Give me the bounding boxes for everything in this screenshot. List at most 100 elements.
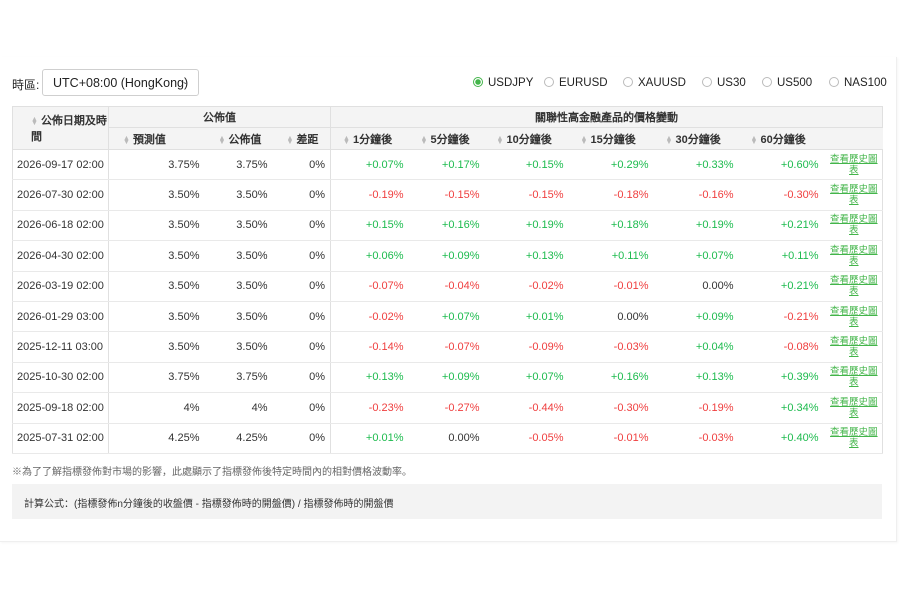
cell-date: 2026-04-30 02:00 — [12, 240, 109, 272]
cell-m60: +0.39% — [738, 362, 824, 394]
table-row: 2026-09-17 02:00 3.75% 3.75% 0% +0.07% +0.17%… — [12, 149, 884, 181]
cell-m15: +0.18% — [568, 210, 654, 242]
cell-actual: 3.50% — [204, 301, 273, 333]
table-row: 2025-07-31 02:00 4.25% 4.25% 0% +0.01% 0.00% -… — [12, 423, 884, 454]
cell-date: 2026-06-18 02:00 — [12, 210, 109, 242]
footnote: ※為了了解指標發佈對市場的影響，此處顯示了指標發佈後特定時間內的相對價格波動率。 — [12, 467, 412, 478]
sort-icon: ▲ ▼ — [343, 134, 350, 146]
cell-date: 2025-09-18 02:00 — [12, 392, 109, 424]
view-history-chart-link[interactable]: 查看歷史圖表 — [824, 245, 883, 267]
view-history-chart-link[interactable]: 查看歷史圖表 — [824, 366, 883, 388]
date-column-header[interactable]: ▲ ▼ 公佈日期及時間 — [12, 106, 109, 150]
column-header-m30[interactable]: ▲ ▼ 30分鐘後 — [653, 127, 739, 150]
column-header-forecast[interactable]: ▲ ▼ 預測值 — [108, 127, 205, 150]
cell-forecast: 3.75% — [108, 362, 205, 394]
sort-icon: ▲ ▼ — [496, 134, 504, 146]
cell-m5: +0.07% — [408, 301, 485, 333]
table-row: 2026-03-19 02:00 3.50% 3.50% 0% -0.07% -0.04%… — [12, 271, 884, 302]
history-cell: 查看歷史圖表 — [823, 392, 884, 424]
view-history-chart-link[interactable]: 查看歷史圖表 — [824, 154, 883, 176]
cell-actual: 3.50% — [204, 271, 273, 302]
cell-m5: +0.17% — [408, 149, 485, 181]
cell-m30: +0.33% — [653, 149, 739, 181]
cell-diff: 0% — [272, 210, 332, 242]
cell-m1: +0.01% — [330, 423, 409, 454]
cell-diff: 0% — [272, 392, 332, 424]
sort-icon: ▲ ▼ — [31, 116, 38, 127]
view-history-chart-link[interactable]: 查看歷史圖表 — [824, 336, 883, 358]
view-history-chart-link[interactable]: 查看歷史圖表 — [824, 427, 883, 449]
economic-data-table: ▲ ▼ 公佈日期及時間 公佈值 關聯性高金融產品的價格變動 ▲ ▼ 預測值 ▲ ▼ 公佈值 ▲ ▼… — [12, 106, 884, 454]
cell-date: 2026-07-30 02:00 — [12, 179, 109, 211]
cell-m15: -0.01% — [568, 423, 654, 454]
cell-date: 2025-12-11 03:00 — [12, 331, 109, 363]
cell-forecast: 4.25% — [108, 423, 205, 454]
cell-m10: -0.09% — [484, 331, 569, 363]
cell-m5: +0.09% — [408, 362, 485, 394]
formula-box: 計算公式：(指標發佈n分鐘後的收盤價 - 指標發佈時的開盤價) / 指標發佈時的… — [12, 484, 882, 519]
cell-diff: 0% — [272, 149, 332, 181]
column-header-actual[interactable]: ▲ ▼ 公佈值 — [204, 127, 273, 150]
instrument-radio-xauusd[interactable]: XAUUSD — [623, 77, 686, 89]
cell-m15: -0.03% — [568, 331, 654, 363]
cell-actual: 4% — [204, 392, 273, 424]
table-row: 2026-01-29 03:00 3.50% 3.50% 0% -0.02% +0.07%… — [12, 301, 884, 333]
column-header-m15[interactable]: ▲ ▼ 15分鐘後 — [568, 127, 654, 150]
cell-m30: +0.09% — [653, 301, 739, 333]
table-row: 2026-07-30 02:00 3.50% 3.50% 0% -0.19% -0.15%… — [12, 179, 884, 211]
cell-date: 2026-09-17 02:00 — [12, 149, 109, 181]
sort-icon: ▲ ▼ — [218, 134, 226, 146]
cell-m15: -0.30% — [568, 392, 654, 424]
cell-m1: +0.07% — [330, 149, 409, 181]
radio-circle-icon — [702, 77, 712, 87]
cell-m60: +0.34% — [738, 392, 824, 424]
cell-m60: +0.21% — [738, 271, 824, 302]
cell-forecast: 3.50% — [108, 240, 205, 272]
cell-m60: -0.08% — [738, 331, 824, 363]
view-history-chart-link[interactable]: 查看歷史圖表 — [824, 397, 883, 419]
radio-circle-icon — [473, 77, 483, 87]
column-header-m5[interactable]: ▲ ▼ 5分鐘後 — [408, 127, 485, 150]
instrument-radio-nas100[interactable]: NAS100 — [829, 77, 887, 89]
cell-m1: +0.13% — [330, 362, 409, 394]
instrument-radio-us30[interactable]: US30 — [702, 77, 746, 89]
cell-forecast: 3.50% — [108, 179, 205, 211]
instrument-radio-usdjpy[interactable]: USDJPY — [473, 77, 533, 89]
radio-circle-icon — [762, 77, 772, 87]
history-cell: 查看歷史圖表 — [823, 210, 884, 242]
cell-m10: +0.19% — [484, 210, 569, 242]
view-history-chart-link[interactable]: 查看歷史圖表 — [824, 184, 883, 206]
filter-bar: 時區: UTC+08:00 (HongKong) ⌄ USDJPY EURUSD X… — [12, 69, 887, 97]
instrument-radio-us500[interactable]: US500 — [762, 77, 812, 89]
instrument-label: US500 — [777, 77, 813, 89]
cell-m30: -0.19% — [653, 392, 739, 424]
cell-date: 2025-10-30 02:00 — [12, 362, 109, 394]
view-history-chart-link[interactable]: 查看歷史圖表 — [824, 306, 883, 328]
cell-m10: -0.44% — [484, 392, 569, 424]
cell-m10: -0.15% — [484, 179, 569, 211]
cell-m60: -0.21% — [738, 301, 824, 333]
cell-m5: +0.09% — [408, 240, 485, 272]
cell-m30: 0.00% — [653, 271, 739, 302]
cell-m30: -0.03% — [653, 423, 739, 454]
view-history-chart-link[interactable]: 查看歷史圖表 — [824, 275, 883, 297]
column-header-m60[interactable]: ▲ ▼ 60分鐘後 — [738, 127, 824, 150]
history-cell: 查看歷史圖表 — [823, 362, 884, 394]
cell-diff: 0% — [272, 301, 332, 333]
column-header-diff[interactable]: ▲ ▼ 差距 — [272, 127, 331, 150]
timezone-select[interactable]: UTC+08:00 (HongKong) ⌄ — [42, 69, 199, 96]
cell-actual: 3.50% — [204, 331, 273, 363]
column-header-m10[interactable]: ▲ ▼ 10分鐘後 — [484, 127, 569, 150]
cell-m1: +0.15% — [330, 210, 409, 242]
cell-forecast: 4% — [108, 392, 205, 424]
instrument-radio-eurusd[interactable]: EURUSD — [544, 77, 608, 89]
cell-m1: -0.23% — [330, 392, 409, 424]
table-row: 2026-06-18 02:00 3.50% 3.50% 0% +0.15% +0.16%… — [12, 210, 884, 242]
view-history-chart-link[interactable]: 查看歷史圖表 — [824, 214, 883, 236]
sort-icon: ▲ ▼ — [420, 134, 428, 146]
column-header-m1[interactable]: ▲ ▼ 1分鐘後 — [330, 127, 409, 150]
cell-actual: 3.50% — [204, 179, 273, 211]
cell-m60: +0.11% — [738, 240, 824, 272]
cell-m10: +0.13% — [484, 240, 569, 272]
cell-m1: -0.02% — [330, 301, 409, 333]
